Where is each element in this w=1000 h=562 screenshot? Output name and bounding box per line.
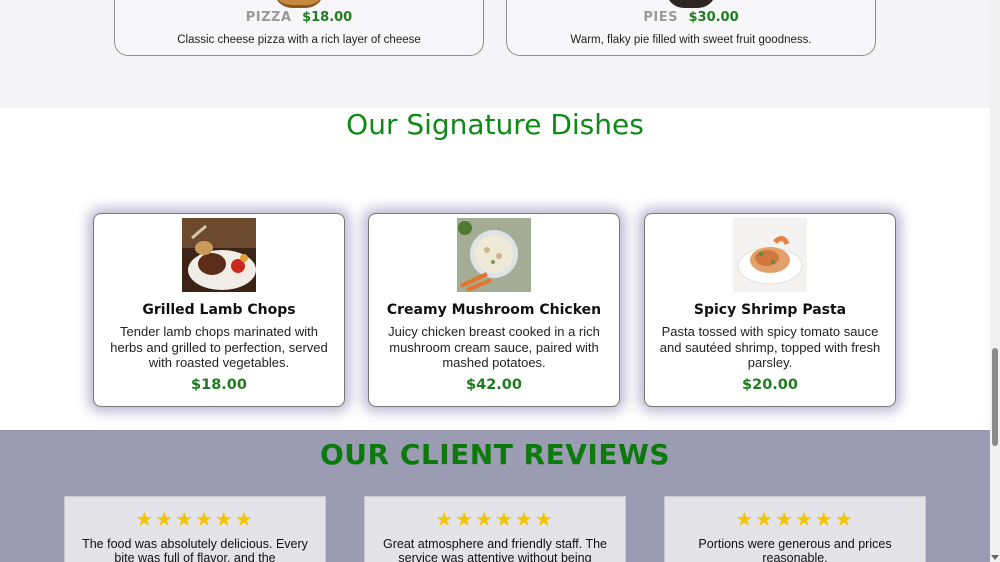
mushroom-chicken-image	[457, 218, 531, 292]
dish-card-lamb-chops[interactable]: Grilled Lamb Chops Tender lamb chops mar…	[93, 213, 345, 407]
review-text: Portions were generous and prices reason…	[698, 537, 892, 562]
star-rating-icon: ★★★★★★	[735, 507, 855, 531]
category-description: Classic cheese pizza with a rich layer o…	[177, 34, 421, 46]
pizza-image	[274, 0, 324, 8]
dish-name: Grilled Lamb Chops	[142, 302, 296, 318]
dish-name: Spicy Shrimp Pasta	[693, 302, 847, 318]
dish-price: $20.00	[742, 377, 798, 393]
category-name: PIZZA	[245, 10, 292, 25]
dish-card-shrimp-pasta[interactable]: Spicy Shrimp Pasta Pasta tossed with spi…	[644, 213, 896, 407]
category-price: $18.00	[302, 10, 353, 25]
review-card: ★★★★★★ The food was absolutely delicious…	[64, 496, 326, 562]
review-card: ★★★★★★ Great atmosphere and friendly sta…	[364, 496, 626, 562]
dish-name: Creamy Mushroom Chicken	[386, 302, 602, 318]
lamb-chops-image	[182, 218, 256, 292]
reviews-title: OUR CLIENT REVIEWS	[319, 438, 671, 471]
scroll-down-arrow-icon[interactable]	[991, 555, 999, 560]
shrimp-pasta-image	[733, 218, 807, 292]
scrollbar-thumb[interactable]	[992, 348, 998, 446]
category-name: PIES	[643, 10, 678, 25]
star-rating-icon: ★★★★★★	[135, 507, 255, 531]
star-rating-icon: ★★★★★★	[435, 507, 555, 531]
category-card-pizza[interactable]: PIZZA $18.00 Classic cheese pizza with a…	[114, 0, 484, 56]
reviews-section: OUR CLIENT REVIEWS ★★★★★★ The food was a…	[0, 430, 990, 562]
dish-description: Juicy chicken breast cooked in a rich mu…	[388, 324, 600, 370]
signature-dishes-title: Our Signature Dishes	[346, 108, 644, 141]
dish-card-mushroom-chicken[interactable]: Creamy Mushroom Chicken Juicy chicken br…	[368, 213, 620, 407]
page-scrollbar[interactable]	[990, 0, 1000, 562]
review-text: The food was absolutely delicious. Every…	[82, 537, 308, 562]
review-card: ★★★★★★ Portions were generous and prices…	[664, 496, 926, 562]
dish-description: Tender lamb chops marinated with herbs a…	[110, 324, 328, 370]
dish-description: Pasta tossed with spicy tomato sauce and…	[659, 324, 881, 370]
category-card-pies[interactable]: PIES $30.00 Warm, flaky pie filled with …	[506, 0, 876, 56]
pie-image	[666, 0, 716, 8]
category-description: Warm, flaky pie filled with sweet fruit …	[570, 34, 812, 46]
category-price: $30.00	[688, 10, 739, 25]
dish-price: $42.00	[466, 377, 522, 393]
review-text: Great atmosphere and friendly staff. The…	[383, 537, 607, 562]
category-section: PIZZA $18.00 Classic cheese pizza with a…	[0, 0, 990, 108]
dish-price: $18.00	[191, 377, 247, 393]
